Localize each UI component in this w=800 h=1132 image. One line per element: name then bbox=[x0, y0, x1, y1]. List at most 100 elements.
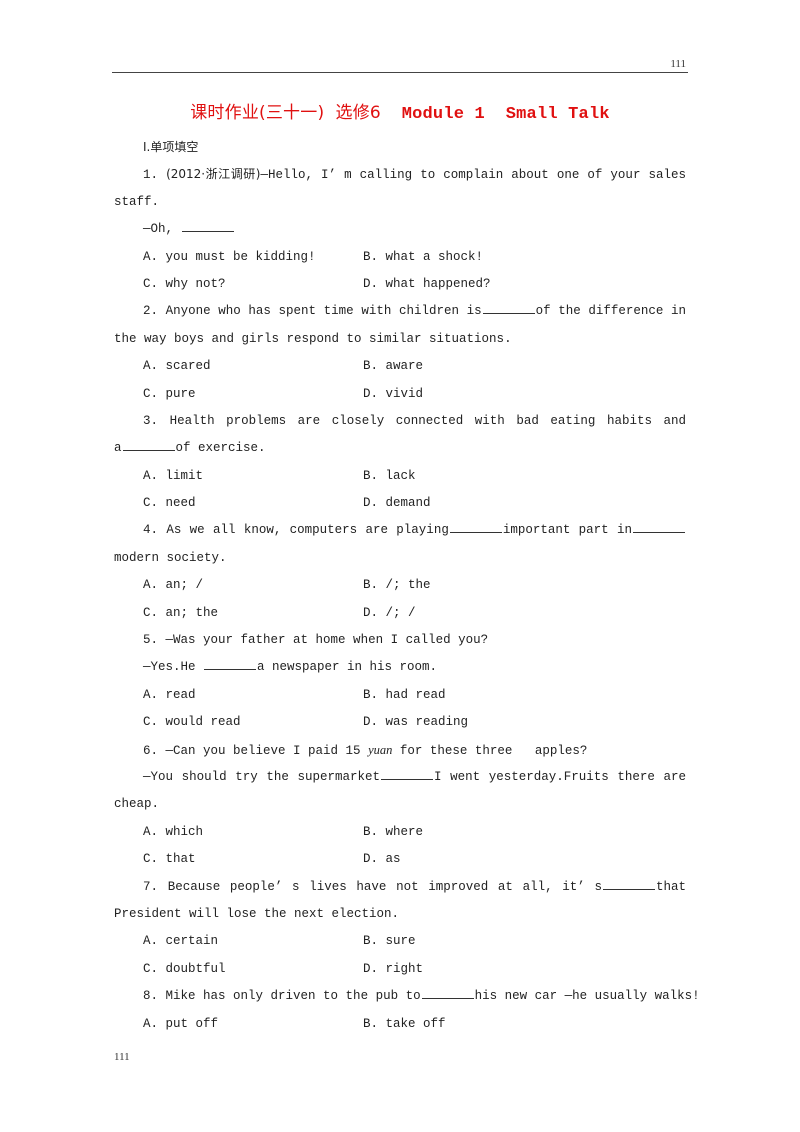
option-c[interactable]: C. that bbox=[114, 846, 363, 873]
option-c[interactable]: C. need bbox=[114, 490, 363, 517]
question-7-stem-cont: President will lose the next election. bbox=[114, 906, 400, 921]
option-d[interactable]: D. was reading bbox=[363, 709, 686, 736]
question-7-stem: 7. Because people’ s lives have not impr… bbox=[114, 874, 686, 901]
exercise-body: Ⅰ.单项填空 1. (2012·浙江调研)—Hello, I’ m callin… bbox=[114, 134, 700, 1038]
question-number: 4. bbox=[143, 523, 159, 538]
title-english: Module 1 Small Talk bbox=[380, 105, 610, 124]
question-6-response-cont: cheap. bbox=[114, 797, 160, 812]
question-3-stem-cont: a of exercise. bbox=[114, 435, 686, 462]
question-text: of exercise. bbox=[175, 441, 266, 456]
answer-blank[interactable] bbox=[449, 520, 502, 534]
question-1-response: —Oh, bbox=[114, 216, 686, 243]
header-page-number: 111 bbox=[670, 58, 686, 70]
response-text: I went yesterday.Fruits there are bbox=[434, 769, 686, 784]
answer-blank[interactable] bbox=[122, 438, 175, 452]
option-d[interactable]: D. as bbox=[363, 846, 686, 873]
option-b[interactable]: B. /; the bbox=[363, 572, 686, 599]
option-a[interactable]: A. which bbox=[114, 819, 363, 846]
option-d[interactable]: D. what happened? bbox=[363, 271, 686, 298]
question-2-stem: 2. Anyone who has spent time with childr… bbox=[114, 298, 686, 325]
question-text-italic: yuan bbox=[368, 742, 393, 757]
page-title: 课时作业(三十一) 选修6 Module 1 Small Talk bbox=[0, 98, 800, 124]
question-1-stem: 1. (2012·浙江调研)—Hello, I’ m calling to co… bbox=[114, 161, 686, 188]
question-text: Anyone who has spent time with children … bbox=[165, 304, 482, 319]
answer-blank[interactable] bbox=[421, 986, 474, 1000]
question-6-options-row2: C. that D. as bbox=[114, 846, 686, 873]
answer-blank[interactable] bbox=[602, 877, 655, 890]
question-7-options-row1: A. certain B. sure bbox=[114, 928, 686, 955]
question-text: —Can you believe I paid 15 bbox=[165, 743, 369, 758]
answer-blank[interactable] bbox=[181, 219, 234, 233]
option-d[interactable]: D. right bbox=[363, 956, 686, 983]
option-c[interactable]: C. would read bbox=[114, 709, 363, 736]
answer-blank[interactable] bbox=[381, 767, 433, 780]
option-a[interactable]: A. put off bbox=[114, 1011, 363, 1038]
question-text: Because people’ s lives have not improve… bbox=[167, 879, 602, 894]
option-c[interactable]: C. an; the bbox=[114, 600, 363, 627]
question-1-options-row1: A. you must be kidding! B. what a shock! bbox=[114, 244, 686, 271]
question-text: —Hello, I’ m calling to complain about o… bbox=[260, 168, 687, 183]
question-7-options-row2: C. doubtful D. right bbox=[114, 956, 686, 983]
option-a[interactable]: A. scared bbox=[114, 353, 363, 380]
option-a[interactable]: A. limit bbox=[114, 463, 363, 490]
option-b[interactable]: B. where bbox=[363, 819, 686, 846]
option-d[interactable]: D. vivid bbox=[363, 381, 686, 408]
question-5-response: —Yes.He a newspaper in his room. bbox=[114, 654, 686, 681]
option-b[interactable]: B. sure bbox=[363, 928, 686, 955]
question-6-response: —You should try the supermarket I went ye… bbox=[114, 764, 686, 791]
section-heading: Ⅰ.单项填空 bbox=[143, 140, 199, 154]
question-text: for these three apples? bbox=[392, 743, 588, 758]
question-text: important part in bbox=[502, 523, 632, 538]
question-6-stem: 6. —Can you believe I paid 15 yuan for t… bbox=[114, 737, 686, 764]
question-5-options-row1: A. read B. had read bbox=[114, 682, 686, 709]
question-text: As we all know, computers are playing bbox=[166, 523, 449, 538]
question-5-options-row2: C. would read D. was reading bbox=[114, 709, 686, 736]
footer-page-number: 111 bbox=[114, 1051, 130, 1063]
option-a[interactable]: A. you must be kidding! bbox=[114, 244, 363, 271]
question-6-options-row1: A. which B. where bbox=[114, 819, 686, 846]
answer-blank[interactable] bbox=[204, 657, 257, 671]
option-a[interactable]: A. certain bbox=[114, 928, 363, 955]
question-number: 7. bbox=[143, 879, 159, 894]
option-b[interactable]: B. aware bbox=[363, 353, 686, 380]
question-8-stem: 8. Mike has only driven to the pub to his… bbox=[114, 983, 700, 1010]
question-1-stem-cont: staff. bbox=[114, 194, 160, 209]
response-text: —Oh, bbox=[143, 222, 174, 237]
question-text: of the difference in bbox=[535, 304, 686, 319]
option-d[interactable]: D. /; / bbox=[363, 600, 686, 627]
option-b[interactable]: B. take off bbox=[363, 1011, 686, 1038]
option-d[interactable]: D. demand bbox=[363, 490, 686, 517]
question-number: 3. bbox=[143, 413, 159, 428]
option-c[interactable]: C. pure bbox=[114, 381, 363, 408]
question-8-options-row1: A. put off B. take off bbox=[114, 1011, 686, 1038]
title-chinese: 课时作业(三十一) 选修6 bbox=[190, 103, 381, 123]
response-text: a newspaper in his room. bbox=[257, 660, 438, 675]
question-4-options-row1: A. an; / B. /; the bbox=[114, 572, 686, 599]
question-4-stem-cont: modern society. bbox=[114, 550, 227, 565]
question-number: 2. bbox=[143, 304, 159, 319]
question-text: his new car —he usually walks! bbox=[474, 989, 700, 1004]
question-text: Mike has only driven to the pub to bbox=[165, 989, 421, 1004]
question-number: 1. bbox=[143, 168, 159, 183]
option-b[interactable]: B. had read bbox=[363, 682, 686, 709]
response-text: —You should try the supermarket bbox=[143, 769, 380, 784]
option-a[interactable]: A. an; / bbox=[114, 572, 363, 599]
question-1-options-row2: C. why not? D. what happened? bbox=[114, 271, 686, 298]
answer-blank[interactable] bbox=[633, 520, 685, 534]
question-4-stem: 4. As we all know, computers are playing… bbox=[114, 517, 686, 544]
option-b[interactable]: B. what a shock! bbox=[363, 244, 686, 271]
question-text: Health problems are closely connected wi… bbox=[169, 413, 686, 428]
question-text: a bbox=[114, 441, 122, 456]
question-number: 8. bbox=[143, 989, 159, 1004]
answer-blank[interactable] bbox=[482, 301, 535, 315]
question-3-stem: 3. Health problems are closely connected… bbox=[114, 408, 686, 435]
question-3-options-row2: C. need D. demand bbox=[114, 490, 686, 517]
question-4-options-row2: C. an; the D. /; / bbox=[114, 600, 686, 627]
option-c[interactable]: C. doubtful bbox=[114, 956, 363, 983]
option-b[interactable]: B. lack bbox=[363, 463, 686, 490]
header-rule bbox=[112, 72, 688, 73]
question-3-options-row1: A. limit B. lack bbox=[114, 463, 686, 490]
option-a[interactable]: A. read bbox=[114, 682, 363, 709]
question-number: 6. bbox=[143, 743, 159, 758]
option-c[interactable]: C. why not? bbox=[114, 271, 363, 298]
